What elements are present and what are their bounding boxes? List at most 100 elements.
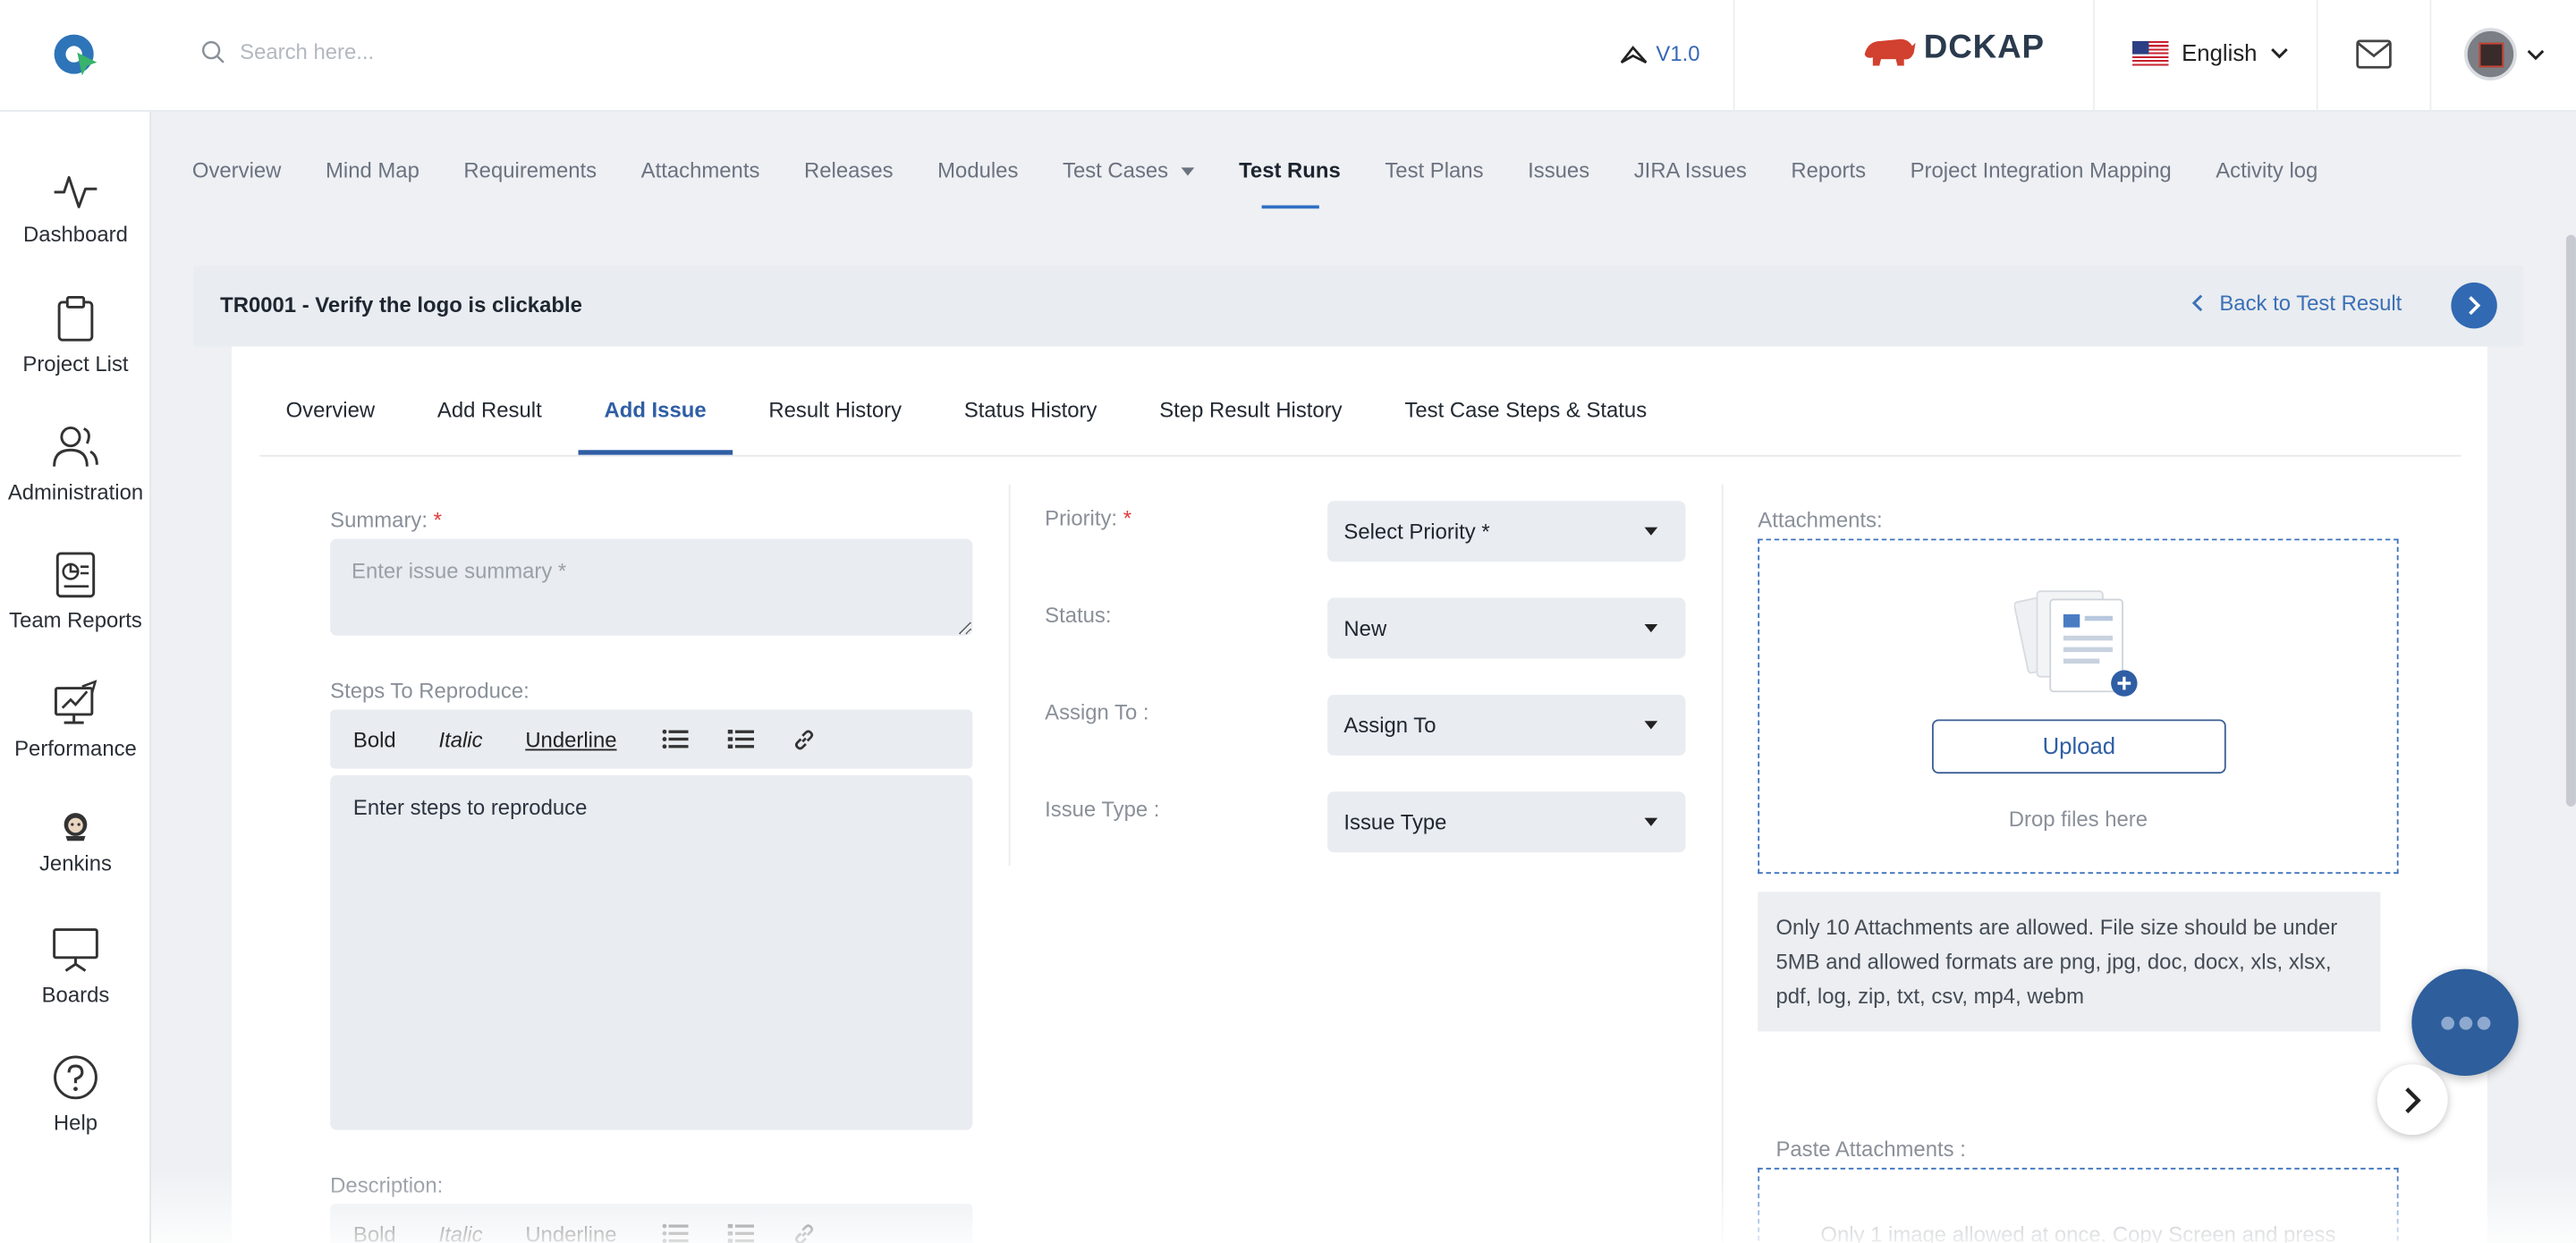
bullet-list-icon[interactable] bbox=[663, 1223, 690, 1243]
chevron-down-icon bbox=[2527, 48, 2545, 60]
sidebar-item-dashboard[interactable]: Dashboard bbox=[0, 169, 151, 247]
steps-editor[interactable]: Enter steps to reproduce bbox=[330, 774, 973, 1130]
link-icon[interactable] bbox=[794, 1222, 816, 1243]
us-flag-icon bbox=[2132, 39, 2169, 65]
tab-status-history[interactable]: Status History bbox=[937, 397, 1123, 454]
issue-type-value: Issue Type bbox=[1343, 809, 1447, 835]
divider bbox=[2429, 0, 2432, 112]
sidebar-item-help[interactable]: Help bbox=[0, 1054, 151, 1135]
italic-button[interactable]: Italic bbox=[438, 1222, 482, 1243]
issue-type-select[interactable]: Issue Type bbox=[1327, 791, 1686, 853]
attachments-label: Attachments: bbox=[1758, 507, 1883, 533]
nav-issues[interactable]: Issues bbox=[1528, 157, 1589, 182]
dot-icon bbox=[2440, 1015, 2454, 1029]
bullet-list-icon[interactable] bbox=[663, 729, 690, 749]
chevron-right-icon bbox=[2404, 1087, 2420, 1113]
sidebar-item-label: Dashboard bbox=[23, 221, 128, 247]
nav-attachments[interactable]: Attachments bbox=[641, 157, 760, 182]
link-icon[interactable] bbox=[794, 729, 816, 750]
performance-icon bbox=[54, 680, 97, 724]
divider bbox=[2092, 0, 2095, 112]
chevron-down-icon bbox=[2270, 47, 2288, 58]
tab-add-issue[interactable]: Add Issue bbox=[578, 397, 733, 455]
divider bbox=[1733, 0, 1735, 112]
page-title: TR0001 - Verify the logo is clickable bbox=[220, 292, 582, 317]
rhino-icon bbox=[1864, 38, 1916, 65]
language-selector[interactable]: English bbox=[2132, 39, 2288, 65]
sidebar-item-label: Project List bbox=[22, 351, 129, 376]
caret-down-icon bbox=[1644, 721, 1658, 730]
nav-requirements[interactable]: Requirements bbox=[463, 157, 597, 182]
activity-icon bbox=[54, 175, 97, 208]
sidebar-item-label: Jenkins bbox=[38, 850, 112, 875]
brand-text: DCKAP bbox=[1923, 30, 2046, 66]
underline-button[interactable]: Underline bbox=[525, 1222, 616, 1243]
brand-logo: DCKAP bbox=[1861, 30, 2045, 67]
next-button[interactable] bbox=[2451, 282, 2497, 329]
sidebar-item-administration[interactable]: Administration bbox=[0, 424, 151, 504]
help-icon bbox=[54, 1055, 97, 1100]
nav-test-cases-label: Test Cases bbox=[1063, 157, 1169, 182]
sidebar-item-team-reports[interactable]: Team Reports bbox=[0, 552, 151, 632]
chat-fab-button[interactable] bbox=[2411, 968, 2519, 1077]
sidebar-item-label: Performance bbox=[14, 735, 137, 761]
sidebar: Dashboard Project List Administration Te… bbox=[0, 111, 151, 1243]
sidebar-item-boards[interactable]: Boards bbox=[0, 926, 151, 1007]
nav-jira-issues[interactable]: JIRA Issues bbox=[1634, 157, 1747, 182]
nav-test-runs[interactable]: Test Runs bbox=[1239, 157, 1341, 209]
caret-down-icon bbox=[1181, 167, 1195, 176]
numbered-list-icon[interactable] bbox=[728, 1223, 755, 1243]
mail-icon[interactable] bbox=[2356, 39, 2392, 69]
tab-result-history[interactable]: Result History bbox=[742, 397, 928, 454]
project-nav: Overview Mind Map Requirements Attachmen… bbox=[192, 157, 2318, 209]
underline-button[interactable]: Underline bbox=[525, 727, 616, 752]
issue-type-label: Issue Type : bbox=[1045, 796, 1160, 822]
version-badge[interactable]: V1.0 bbox=[1620, 41, 1700, 65]
user-menu[interactable] bbox=[2464, 28, 2545, 80]
priority-select[interactable]: Select Priority * bbox=[1327, 501, 1686, 562]
priority-value: Select Priority * bbox=[1343, 519, 1490, 544]
sidebar-item-label: Team Reports bbox=[9, 607, 142, 633]
sidebar-item-performance[interactable]: Performance bbox=[0, 680, 151, 760]
sidebar-item-jenkins[interactable]: Jenkins bbox=[0, 811, 151, 875]
page-scrollbar[interactable] bbox=[2565, 234, 2576, 807]
users-icon bbox=[53, 426, 98, 467]
bold-button[interactable]: Bold bbox=[353, 1222, 396, 1243]
nav-overview[interactable]: Overview bbox=[192, 157, 282, 182]
caret-down-icon bbox=[1644, 623, 1658, 633]
nav-releases[interactable]: Releases bbox=[804, 157, 894, 182]
tab-test-case-steps-status[interactable]: Test Case Steps & Status bbox=[1378, 397, 1674, 454]
divider bbox=[2316, 0, 2318, 112]
upload-button[interactable]: Upload bbox=[1931, 719, 2226, 774]
tab-step-result-history[interactable]: Step Result History bbox=[1133, 397, 1368, 454]
priority-label: Priority: * bbox=[1045, 505, 1132, 531]
top-bar: V1.0 DCKAP English bbox=[0, 0, 2576, 112]
description-label: Description: bbox=[330, 1172, 444, 1197]
summary-input[interactable] bbox=[330, 538, 973, 636]
nav-reports[interactable]: Reports bbox=[1791, 157, 1866, 182]
nav-activity-log[interactable]: Activity log bbox=[2216, 157, 2318, 182]
bold-button[interactable]: Bold bbox=[353, 727, 396, 752]
nav-modules[interactable]: Modules bbox=[937, 157, 1018, 182]
back-label: Back to Test Result bbox=[2219, 291, 2402, 316]
search-input[interactable] bbox=[240, 39, 733, 64]
sidebar-item-label: Administration bbox=[7, 479, 144, 504]
paste-attachments-label: Paste Attachments : bbox=[1775, 1136, 1966, 1162]
sidebar-item-label: Boards bbox=[41, 982, 110, 1007]
status-select[interactable]: New bbox=[1327, 597, 1686, 659]
nav-project-integration-mapping[interactable]: Project Integration Mapping bbox=[1911, 157, 2172, 182]
back-to-test-result-link[interactable]: Back to Test Result bbox=[2191, 291, 2402, 316]
status-value: New bbox=[1343, 615, 1387, 641]
tab-overview[interactable]: Overview bbox=[259, 397, 401, 454]
app-logo[interactable] bbox=[51, 30, 100, 79]
tab-add-result[interactable]: Add Result bbox=[411, 397, 569, 454]
nav-test-plans[interactable]: Test Plans bbox=[1385, 157, 1483, 182]
sidebar-item-project-list[interactable]: Project List bbox=[0, 295, 151, 376]
scroll-next-button[interactable] bbox=[2377, 1064, 2448, 1136]
assign-to-select[interactable]: Assign To bbox=[1327, 694, 1686, 756]
nav-test-cases[interactable]: Test Cases bbox=[1063, 157, 1195, 182]
italic-button[interactable]: Italic bbox=[438, 727, 482, 752]
numbered-list-icon[interactable] bbox=[728, 729, 755, 748]
required-mark: * bbox=[1123, 505, 1132, 531]
nav-mind-map[interactable]: Mind Map bbox=[326, 157, 419, 182]
